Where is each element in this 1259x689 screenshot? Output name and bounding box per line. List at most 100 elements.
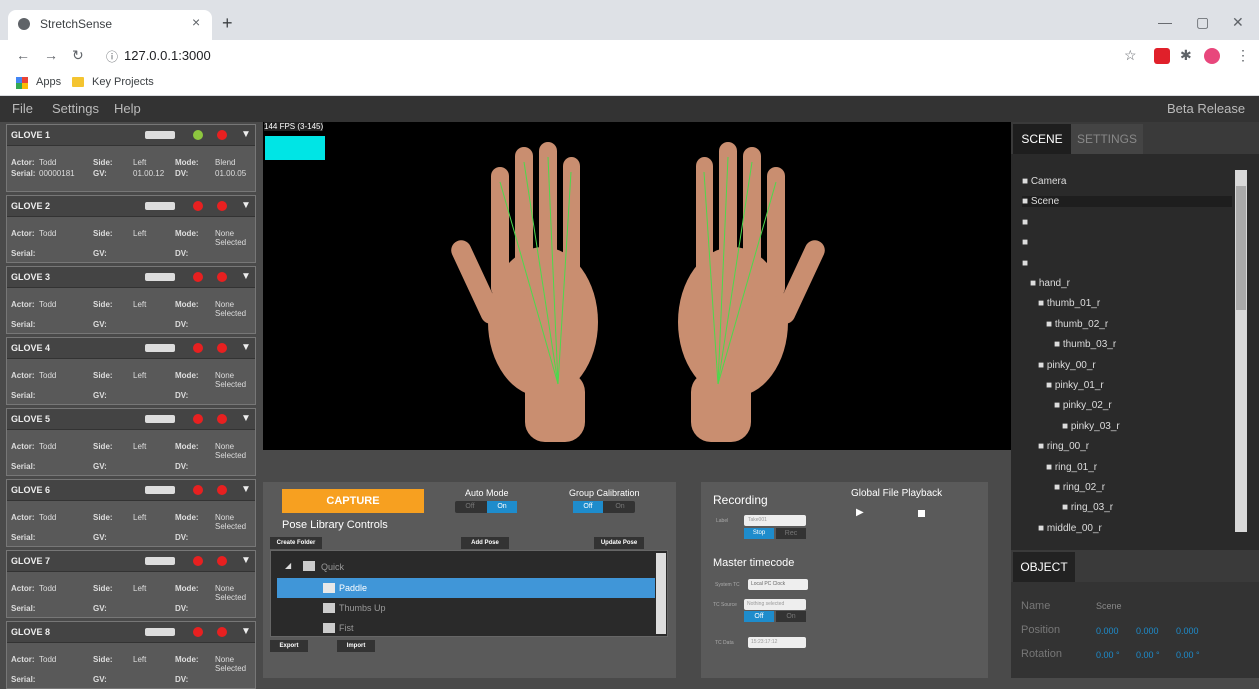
auto-mode-on[interactable]: On <box>487 501 517 513</box>
glove-card[interactable]: GLOVE 2 ▼ Actor: Todd Side: Left Mode: None Sel… <box>6 195 256 263</box>
name-value[interactable]: Scene <box>1096 601 1122 611</box>
scene-tree-item[interactable]: ■ ring_03_r <box>1062 502 1113 513</box>
new-tab-icon[interactable]: + <box>222 13 233 34</box>
chevron-down-icon[interactable]: ▼ <box>241 342 251 353</box>
glove-card[interactable]: GLOVE 8 ▼ Actor: Todd Side: Left Mode: None Sel… <box>6 621 256 689</box>
bookmark-apps[interactable]: Apps <box>36 76 61 88</box>
close-window-icon[interactable]: ✕ <box>1232 14 1244 31</box>
scene-tree-item[interactable]: ■ thumb_03_r <box>1054 339 1116 350</box>
rec-button[interactable]: Rec <box>776 528 806 539</box>
site-info-icon[interactable]: ⓘ <box>106 48 118 65</box>
chevron-down-icon[interactable]: ▼ <box>241 129 251 140</box>
create-folder-button[interactable]: Create Folder <box>270 537 322 549</box>
chevron-down-icon[interactable]: ▼ <box>241 626 251 637</box>
stop-icon[interactable] <box>918 510 925 517</box>
scene-scroll-thumb[interactable] <box>1236 186 1246 310</box>
glove-record-dot[interactable] <box>217 414 227 424</box>
tab-object[interactable]: OBJECT <box>1013 552 1075 582</box>
bookmark-star-icon[interactable]: ☆ <box>1124 47 1137 64</box>
glove-card[interactable]: GLOVE 7 ▼ Actor: Todd Side: Left Mode: None Sel… <box>6 550 256 618</box>
tab-scene[interactable]: SCENE <box>1013 124 1071 154</box>
menu-settings[interactable]: Settings <box>52 101 99 116</box>
play-icon[interactable]: ▶ <box>856 507 864 518</box>
scene-tree-item[interactable]: ■ ring_00_r <box>1038 441 1089 452</box>
add-pose-button[interactable]: Add Pose <box>461 537 509 549</box>
scene-tree-item[interactable]: ■ Camera <box>1022 176 1066 187</box>
more-menu-icon[interactable]: ⋮ <box>1236 47 1250 64</box>
scene-tree-item[interactable]: ■ pinky_03_r <box>1062 421 1120 432</box>
glove-record-dot[interactable] <box>217 485 227 495</box>
glove-record-dot[interactable] <box>217 272 227 282</box>
scene-tree-item[interactable]: ■ pinky_02_r <box>1054 400 1112 411</box>
profile-avatar[interactable] <box>1204 48 1220 64</box>
rotation-z[interactable]: 0.00 ° <box>1176 650 1200 660</box>
scene-tree-item[interactable]: ■ <box>1022 217 1028 228</box>
tab-settings[interactable]: SETTINGS <box>1071 124 1143 154</box>
tc-off-button[interactable]: Off <box>744 611 774 622</box>
pose-item-thumbs-up[interactable]: Thumbs Up <box>277 598 655 618</box>
chevron-down-icon[interactable]: ▼ <box>241 271 251 282</box>
glove-card[interactable]: GLOVE 1 ▼ Actor: Todd Side: Left Mode: Blend Ser… <box>6 124 256 192</box>
menu-help[interactable]: Help <box>114 101 141 116</box>
reload-icon[interactable]: ↻ <box>72 47 84 64</box>
maximize-icon[interactable]: ▢ <box>1196 14 1209 31</box>
scene-tree-item[interactable]: ■ middle_00_r <box>1038 523 1102 534</box>
glove-record-dot[interactable] <box>217 201 227 211</box>
scene-tree-item[interactable]: ■ pinky_01_r <box>1046 380 1104 391</box>
scene-tree-item[interactable]: ■ Scene <box>1022 196 1232 208</box>
import-button[interactable]: Import <box>337 640 375 652</box>
glove-card[interactable]: GLOVE 3 ▼ Actor: Todd Side: Left Mode: None Sel… <box>6 266 256 334</box>
chevron-down-icon[interactable]: ▼ <box>241 484 251 495</box>
minimize-icon[interactable]: — <box>1158 14 1172 30</box>
tc-on-button[interactable]: On <box>776 611 806 622</box>
glove-card[interactable]: GLOVE 5 ▼ Actor: Todd Side: Left Mode: None Sel… <box>6 408 256 476</box>
forward-icon[interactable]: → <box>44 47 58 63</box>
system-tc-select[interactable]: Local PC Clock <box>748 579 808 590</box>
chevron-down-icon[interactable]: ▼ <box>241 555 251 566</box>
scene-tree-item[interactable]: ■ hand_r <box>1030 278 1070 289</box>
glove-record-dot[interactable] <box>217 343 227 353</box>
scene-tree-item[interactable]: ■ <box>1022 258 1028 269</box>
export-button[interactable]: Export <box>270 640 308 652</box>
folder-row-quick[interactable]: ◢ Quick <box>277 557 655 577</box>
extension-icon[interactable] <box>1154 48 1170 64</box>
chevron-down-icon[interactable]: ▼ <box>241 413 251 424</box>
capture-button[interactable]: CAPTURE <box>282 489 424 513</box>
group-calibration-on[interactable]: On <box>605 501 635 513</box>
glove-record-dot[interactable] <box>217 556 227 566</box>
tc-source-select[interactable]: Nothing selected <box>744 599 806 610</box>
position-x[interactable]: 0.000 <box>1096 626 1119 636</box>
position-z[interactable]: 0.000 <box>1176 626 1199 636</box>
puzzle-icon[interactable]: ✱ <box>1180 47 1192 64</box>
position-y[interactable]: 0.000 <box>1136 626 1159 636</box>
menu-file[interactable]: File <box>12 101 33 116</box>
stop-record-button[interactable]: Stop <box>744 528 774 539</box>
scene-tree-item[interactable]: ■ <box>1022 237 1028 248</box>
glove-record-dot[interactable] <box>217 627 227 637</box>
rotation-y[interactable]: 0.00 ° <box>1136 650 1160 660</box>
group-calibration-off[interactable]: Off <box>573 501 603 513</box>
label-input[interactable]: Take001 <box>744 515 806 526</box>
close-tab-icon[interactable]: × <box>192 14 200 30</box>
update-pose-button[interactable]: Update Pose <box>594 537 644 549</box>
bookmark-key-projects[interactable]: Key Projects <box>92 76 154 88</box>
3d-viewport[interactable] <box>263 122 1011 450</box>
scene-tree-item[interactable]: ■ pinky_00_r <box>1038 360 1096 371</box>
auto-mode-off[interactable]: Off <box>455 501 485 513</box>
rotation-x[interactable]: 0.00 ° <box>1096 650 1120 660</box>
chevron-down-icon[interactable]: ▼ <box>241 200 251 211</box>
scene-tree-item[interactable]: ■ thumb_02_r <box>1046 319 1108 330</box>
side-label: Side: <box>93 513 113 522</box>
glove-card[interactable]: GLOVE 6 ▼ Actor: Todd Side: Left Mode: None Sel… <box>6 479 256 547</box>
expand-triangle-icon[interactable]: ◢ <box>285 561 291 570</box>
scene-tree-item[interactable]: ■ ring_02_r <box>1054 482 1105 493</box>
glove-record-dot[interactable] <box>217 130 227 140</box>
pose-item-fist[interactable]: Fist <box>277 618 655 638</box>
back-icon[interactable]: ← <box>16 47 30 63</box>
scene-tree-item[interactable]: ■ thumb_01_r <box>1038 298 1100 309</box>
pose-item-paddle[interactable]: Paddle <box>277 578 655 598</box>
scene-tree-item[interactable]: ■ ring_01_r <box>1046 462 1097 473</box>
glove-card[interactable]: GLOVE 4 ▼ Actor: Todd Side: Left Mode: None Sel… <box>6 337 256 405</box>
tree-scrollbar[interactable] <box>656 553 666 634</box>
url-field[interactable]: 127.0.0.1:3000 <box>124 48 211 63</box>
